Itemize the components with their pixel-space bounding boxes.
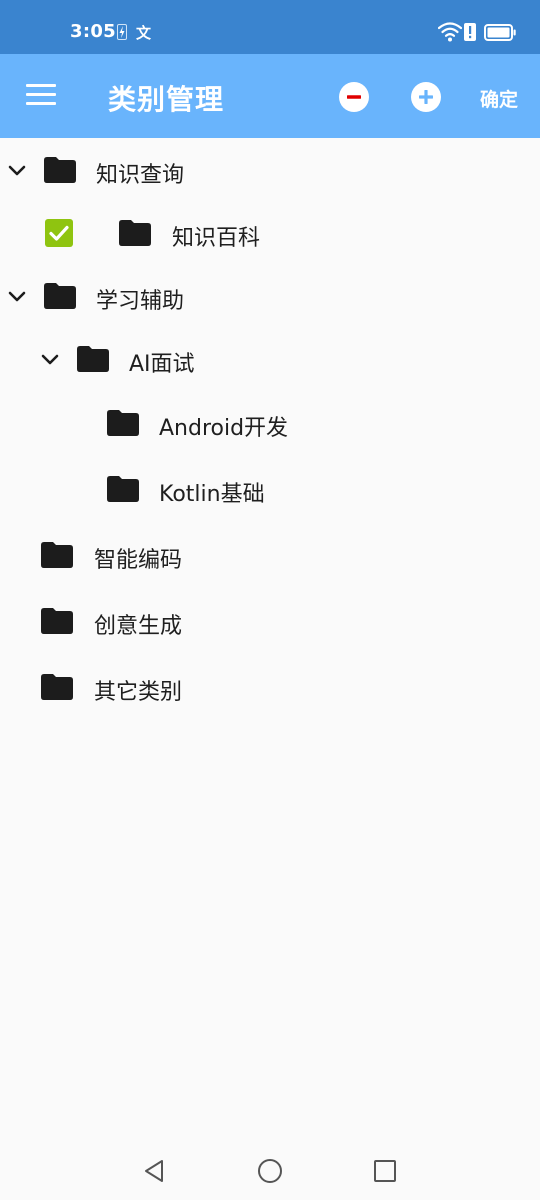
folder-icon bbox=[44, 283, 76, 309]
folder-icon bbox=[119, 220, 151, 246]
chevron-down-icon[interactable] bbox=[7, 290, 27, 304]
menu-icon[interactable] bbox=[26, 84, 56, 108]
tree-node-label: 知识查询 bbox=[96, 163, 185, 188]
remove-circle-icon bbox=[347, 95, 361, 99]
tree-node-label: 知识百科 bbox=[172, 226, 261, 251]
back-icon[interactable] bbox=[140, 1156, 170, 1186]
tree-node-label: 其它类别 bbox=[94, 680, 183, 705]
confirm-button[interactable]: 确定 bbox=[480, 85, 518, 112]
check-icon bbox=[49, 225, 69, 241]
folder-icon bbox=[77, 346, 109, 372]
tree-node[interactable]: 学习辅助 bbox=[0, 266, 540, 326]
folder-icon bbox=[107, 476, 139, 502]
battery-icon bbox=[484, 24, 516, 41]
tree-node-label: 智能编码 bbox=[94, 548, 183, 573]
tree-node-label: 创意生成 bbox=[94, 614, 183, 639]
add-button[interactable] bbox=[411, 82, 441, 112]
status-time: 3:05 bbox=[70, 21, 116, 42]
tree-node-label: 学习辅助 bbox=[96, 289, 185, 314]
tree-node[interactable]: 创意生成 bbox=[0, 591, 540, 651]
recents-icon[interactable] bbox=[370, 1156, 400, 1186]
node-checkbox[interactable] bbox=[45, 219, 73, 247]
alert-icon bbox=[464, 23, 476, 41]
page-title: 类别管理 bbox=[108, 83, 225, 116]
tree-node[interactable]: 知识百科 bbox=[0, 203, 540, 263]
folder-icon bbox=[41, 674, 73, 700]
navigation-bar bbox=[0, 1140, 540, 1200]
tree-node-label: AI面试 bbox=[129, 352, 195, 377]
add-circle-icon bbox=[419, 90, 433, 104]
remove-button[interactable] bbox=[339, 82, 369, 112]
folder-icon bbox=[41, 608, 73, 634]
chevron-down-icon[interactable] bbox=[40, 353, 60, 367]
tree-node-label: Kotlin基础 bbox=[159, 482, 265, 507]
status-bar: 3:05 文 bbox=[0, 0, 540, 54]
folder-icon bbox=[107, 410, 139, 436]
home-icon[interactable] bbox=[255, 1156, 285, 1186]
chevron-down-icon[interactable] bbox=[7, 164, 27, 178]
tree-node[interactable]: Kotlin基础 bbox=[0, 459, 540, 519]
translate-icon: 文 bbox=[136, 24, 152, 42]
app-bar: 类别管理 确定 bbox=[0, 54, 540, 138]
tree-node[interactable]: 智能编码 bbox=[0, 525, 540, 585]
tree-node[interactable]: 其它类别 bbox=[0, 657, 540, 717]
tree-node-label: Android开发 bbox=[159, 416, 289, 441]
tree-node[interactable]: AI面试 bbox=[0, 329, 540, 389]
tree-node[interactable]: 知识查询 bbox=[0, 140, 540, 200]
tree-node[interactable]: Android开发 bbox=[0, 393, 540, 453]
folder-icon bbox=[41, 542, 73, 568]
folder-icon bbox=[44, 157, 76, 183]
wifi-icon bbox=[438, 22, 462, 42]
charging-icon bbox=[117, 24, 127, 40]
